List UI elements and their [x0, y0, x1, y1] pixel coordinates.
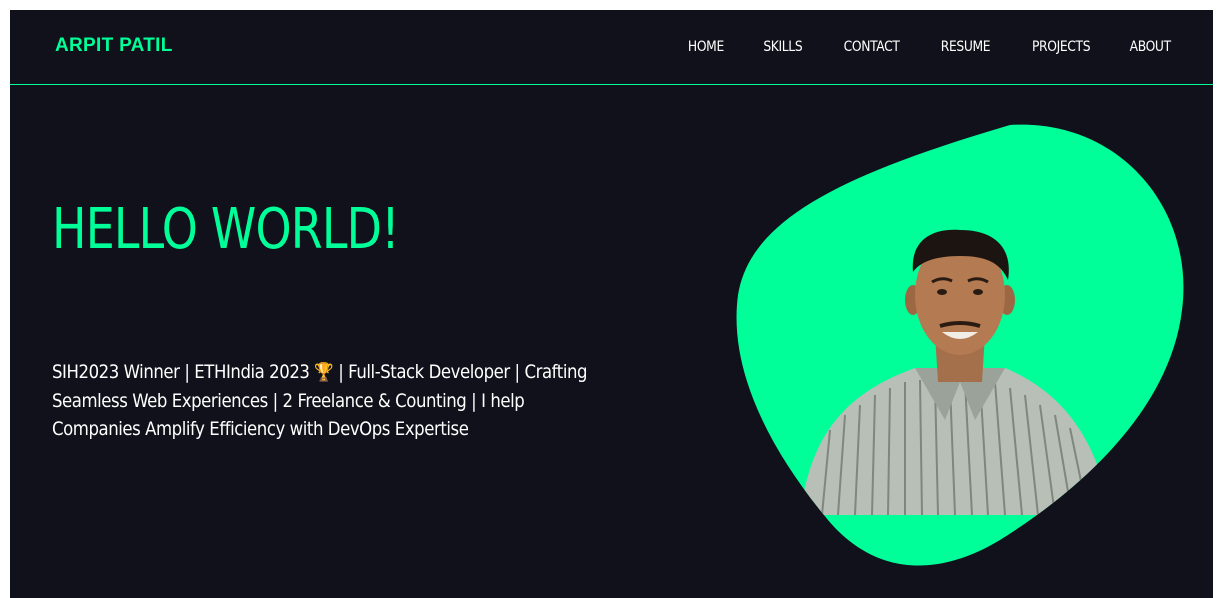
profile-blob	[736, 124, 1184, 566]
page-frame: ARPIT PATIL HOME SKILLS CONTACT RESUME P…	[10, 10, 1213, 598]
